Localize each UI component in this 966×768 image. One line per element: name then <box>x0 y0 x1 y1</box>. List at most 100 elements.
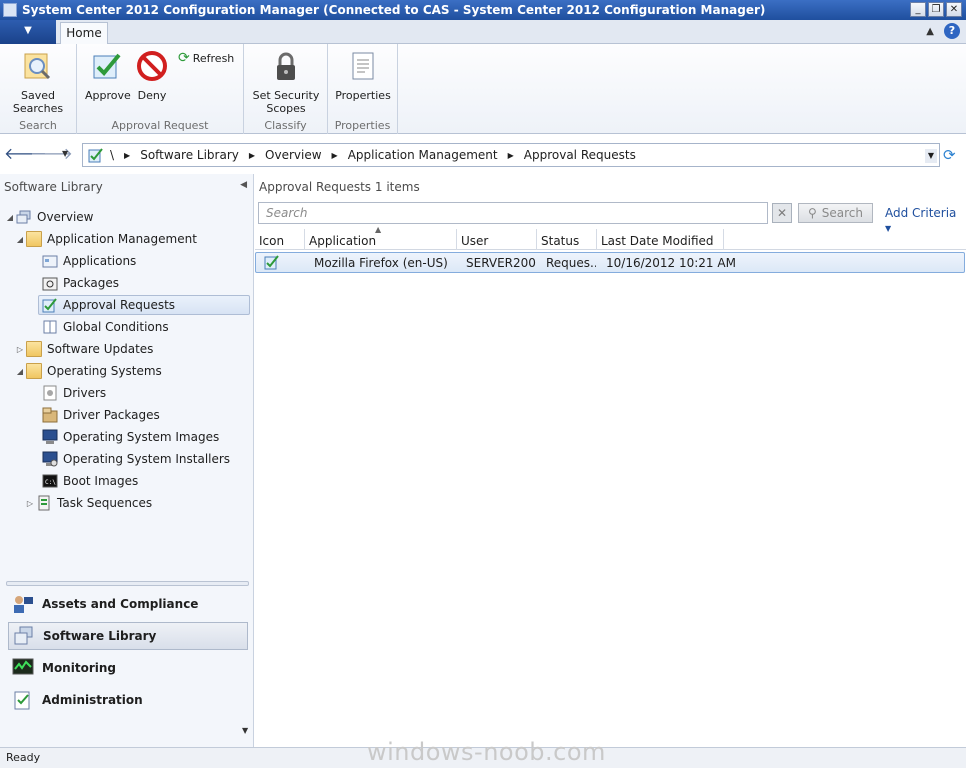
tree-item-label: Operating Systems <box>47 364 162 378</box>
folder-icon <box>26 363 42 379</box>
tree-item-application-management[interactable]: ◢ Application Management <box>14 229 197 249</box>
set-security-scopes-label: Set Security Scopes <box>252 89 320 115</box>
tree-item-operating-system-images[interactable]: Operating System Images <box>30 427 219 447</box>
tree-item-task-sequences[interactable]: ▷ Task Sequences <box>24 493 152 513</box>
svg-text:C:\: C:\ <box>45 479 56 486</box>
os-image-icon <box>42 429 58 444</box>
tree-item-label: Approval Requests <box>63 298 176 312</box>
breadcrumb-item[interactable]: Overview <box>265 148 322 162</box>
properties-button[interactable]: Properties <box>334 50 392 102</box>
breadcrumb-separator-icon[interactable]: ▶ <box>508 151 514 160</box>
tree-item-label: Operating System Installers <box>63 452 231 466</box>
approval-requests-icon <box>42 298 57 313</box>
collapsed-icon[interactable]: ▷ <box>14 345 26 354</box>
tree-item-driver-packages[interactable]: Driver Packages <box>30 405 160 425</box>
breadcrumb-separator-icon[interactable]: ▶ <box>332 151 338 160</box>
workspace-administration[interactable]: Administration <box>8 686 248 714</box>
workspace-splitter[interactable] <box>6 581 249 586</box>
search-input[interactable]: Search <box>258 202 768 224</box>
saved-searches-icon <box>24 53 51 80</box>
workspace-software-library[interactable]: Software Library <box>8 622 248 650</box>
column-header-last-date-modified[interactable]: Last Date Modified <box>597 229 724 250</box>
breadcrumb-separator-icon[interactable]: ▶ <box>124 151 130 160</box>
packages-icon <box>42 277 58 291</box>
breadcrumb-item[interactable]: Software Library <box>140 148 239 162</box>
close-button[interactable]: ✕ <box>946 2 962 17</box>
tree-item-boot-images[interactable]: C:\ Boot Images <box>30 471 138 491</box>
deny-button[interactable]: Deny <box>133 50 171 102</box>
navigation-pane: Software Library ◀ ◢ Overview ◢ Applicat… <box>0 174 254 747</box>
cell-status: Reques... <box>546 256 596 270</box>
tree-item-drivers[interactable]: Drivers <box>30 383 106 403</box>
workspace-label: Administration <box>42 693 143 707</box>
tree-item-applications[interactable]: Applications <box>30 251 136 271</box>
tree-item-label: Drivers <box>63 386 107 400</box>
saved-searches-button[interactable]: Saved Searches <box>7 50 69 115</box>
workspace-label: Assets and Compliance <box>42 597 199 611</box>
breadcrumb-item[interactable]: Application Management <box>348 148 498 162</box>
tree-item-software-updates[interactable]: ▷ Software Updates <box>14 339 153 359</box>
breadcrumb-root[interactable]: \ <box>110 148 114 162</box>
tree-item-global-conditions[interactable]: Global Conditions <box>30 317 169 337</box>
history-dropdown-icon[interactable]: ▼ <box>62 149 68 158</box>
approve-icon <box>93 53 121 79</box>
approve-button[interactable]: Approve <box>85 50 131 102</box>
table-row[interactable]: Mozilla Firefox (en-US) SERVER200... Req… <box>255 252 965 273</box>
refresh-address-icon[interactable]: ⟳ <box>943 147 959 163</box>
app-menu-button[interactable]: ▼ <box>0 20 56 44</box>
add-criteria-label: Add Criteria <box>885 206 957 220</box>
expand-icon[interactable]: ◢ <box>14 367 26 376</box>
cell-last-date-modified: 10/16/2012 10:21 AM <box>606 256 736 270</box>
forward-arrow-icon[interactable]: 🡒 <box>30 145 73 165</box>
breadcrumb[interactable]: \ ▶ Software Library ▶ Overview ▶ Applic… <box>82 143 940 167</box>
search-icon: ⚲ <box>807 206 817 220</box>
overview-icon <box>16 210 31 224</box>
search-button[interactable]: ⚲ Search <box>798 203 873 223</box>
approval-requests-icon <box>88 148 103 163</box>
tab-home[interactable]: Home <box>60 22 108 45</box>
chevron-up-icon[interactable]: ▲ <box>926 26 934 37</box>
workspace-label: Monitoring <box>42 661 116 675</box>
workspace-monitoring[interactable]: Monitoring <box>8 654 248 682</box>
refresh-label: Refresh <box>192 51 235 65</box>
expand-icon[interactable]: ◢ <box>14 235 26 244</box>
drivers-icon <box>43 385 57 401</box>
approval-request-icon <box>264 255 279 270</box>
expand-icon[interactable]: ◢ <box>4 213 16 222</box>
back-arrow-icon[interactable]: 🡐 <box>4 145 47 165</box>
help-icon[interactable]: ? <box>944 23 960 39</box>
search-button-label: Search <box>821 206 864 220</box>
window-controls: _ ❐ ✕ <box>910 2 962 17</box>
folder-icon <box>26 231 42 247</box>
collapsed-icon[interactable]: ▷ <box>24 499 36 508</box>
driver-packages-icon <box>42 407 58 423</box>
tree-item-operating-systems[interactable]: ◢ Operating Systems <box>14 361 162 381</box>
breadcrumb-separator-icon[interactable]: ▶ <box>249 151 255 160</box>
restore-button[interactable]: ❐ <box>928 2 944 17</box>
workspace-assets-and-compliance[interactable]: Assets and Compliance <box>8 590 248 618</box>
workspace-overflow-icon[interactable]: ▼ <box>242 726 248 735</box>
tree-item-operating-system-installers[interactable]: Operating System Installers <box>30 449 230 469</box>
minimize-button[interactable]: _ <box>910 2 926 17</box>
tree-item-approval-requests[interactable]: Approval Requests <box>38 295 250 315</box>
set-security-scopes-button[interactable]: Set Security Scopes <box>252 50 320 115</box>
column-header-user[interactable]: User <box>457 229 537 250</box>
column-header-icon[interactable]: Icon <box>255 229 305 250</box>
tree-item-label: Operating System Images <box>63 430 220 444</box>
boot-image-icon: C:\ <box>42 474 58 488</box>
column-header-status[interactable]: Status <box>537 229 597 250</box>
address-bar: 🡐 🡒 ▼ \ ▶ Software Library ▶ Overview ▶ … <box>0 140 966 170</box>
saved-searches-label: Saved Searches <box>12 89 64 115</box>
clear-search-icon[interactable]: ✕ <box>772 203 792 223</box>
tree-item-packages[interactable]: Packages <box>30 273 119 293</box>
refresh-button[interactable]: ⟳ Refresh <box>178 50 234 66</box>
address-dropdown-icon[interactable]: ▼ <box>925 149 937 163</box>
breadcrumb-item[interactable]: Approval Requests <box>524 148 636 162</box>
workspace-label: Software Library <box>43 629 157 643</box>
column-header-application[interactable]: ▲ Application <box>305 225 457 250</box>
tree-item-overview[interactable]: ◢ Overview <box>4 207 94 227</box>
collapse-pane-icon[interactable]: ◀ <box>240 180 247 190</box>
applications-icon <box>42 255 58 268</box>
ribbon-tab-strip: ▼ Home ▲ ? <box>0 20 966 45</box>
assets-and-compliance-icon <box>14 596 33 613</box>
